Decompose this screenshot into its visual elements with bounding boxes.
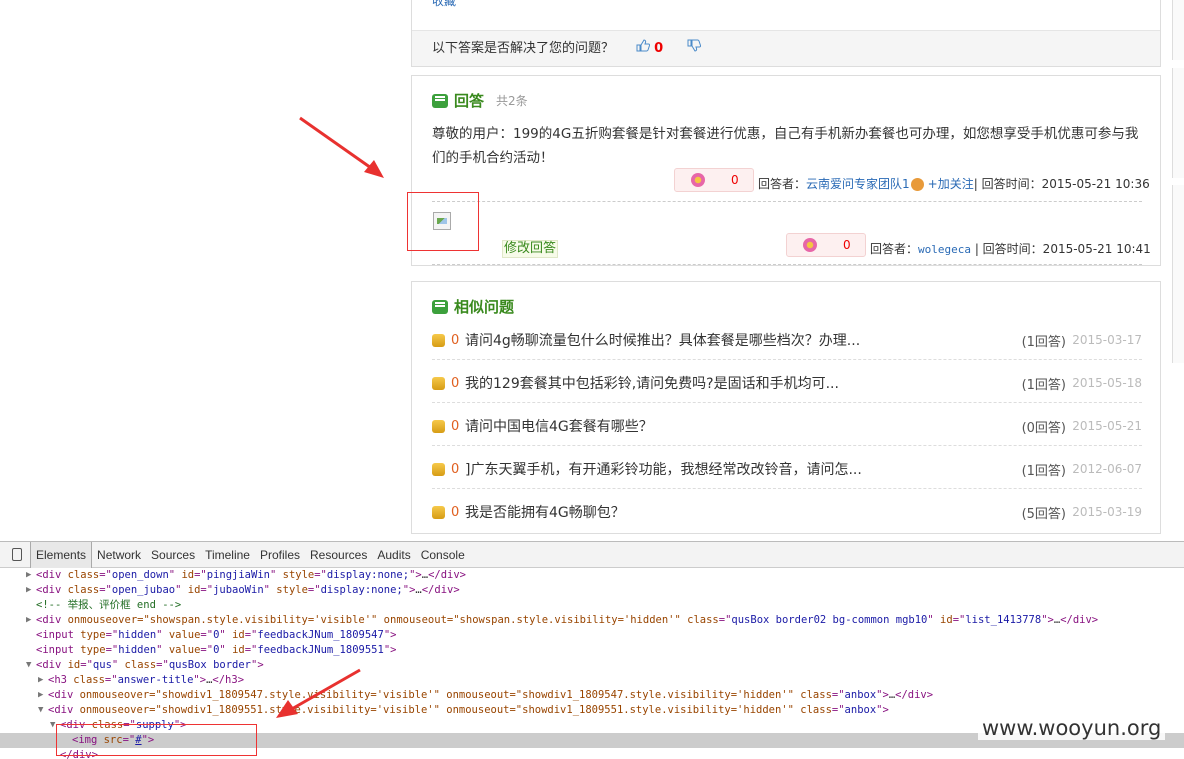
question-link[interactable]: 我是否能拥有4G畅聊包？	[465, 502, 1006, 522]
reward-count: 0	[451, 418, 460, 434]
answer-count: (1回答)	[1021, 463, 1066, 479]
answerer-label: 回答者：	[758, 177, 807, 191]
flower-icon	[803, 238, 817, 252]
side-panel-edge	[1172, 185, 1184, 363]
list-item[interactable]: 0 我是否能拥有4G畅聊包？ (5回答) 2015-03-19	[432, 502, 1142, 522]
coin-icon	[432, 333, 445, 347]
tab-profiles[interactable]: Profiles	[255, 542, 305, 568]
answers-header: 回答 共2条	[432, 90, 528, 111]
answer-time: | 回答时间：2015-05-21 10:41	[974, 242, 1151, 256]
answer-text: 尊敬的用户：199的4G五折购套餐是针对套餐进行优惠，自己有手机新办套餐也可办理…	[432, 126, 1139, 166]
question-link[interactable]: 请问4g畅聊流量包什么时候推出？具体套餐是哪些档次？办理...	[465, 330, 1006, 350]
dom-node[interactable]: ▶ <div onmouseover="showdiv1_1809547.styl…	[0, 688, 1184, 703]
feedback-question: 以下答案是否解决了您的问题？	[432, 41, 615, 56]
dom-node[interactable]: ▶ <div onmouseover="showspan.style.visibi…	[0, 613, 1184, 628]
tab-resources[interactable]: Resources	[305, 542, 372, 568]
reward-count: 0	[451, 375, 460, 391]
question-date: 2015-05-21	[1072, 419, 1142, 433]
devtools-tabbar: Elements Network Sources Timeline Profil…	[0, 541, 1184, 568]
question-date: 2015-03-17	[1072, 333, 1142, 347]
answerer-info: 回答者：云南爱问专家团队1 +加关注| 回答时间：2015-05-21 10:36	[758, 175, 1150, 192]
tab-sources[interactable]: Sources	[146, 542, 200, 568]
list-item[interactable]: 0 请问中国电信4G套餐有哪些？ (0回答) 2015-05-21	[432, 416, 1142, 436]
answers-box: 回答 共2条 尊敬的用户：199的4G五折购套餐是针对套餐进行优惠，自己有手机新…	[411, 75, 1161, 266]
side-panel-edge	[1172, 68, 1184, 178]
question-link[interactable]: ]广东天翼手机，有开通彩铃功能，我想经常改改铃音，请问怎...	[465, 459, 1006, 479]
flower-button[interactable]: 0	[674, 168, 754, 192]
side-panel-edge	[1172, 0, 1184, 60]
thumbs-up-icon[interactable]	[636, 31, 651, 67]
answerer-name-link[interactable]: 云南爱问专家团队1	[806, 177, 910, 191]
coin-icon	[432, 462, 445, 476]
tab-console[interactable]: Console	[416, 542, 470, 568]
list-divider	[432, 402, 1142, 403]
thumbs-up-count: 0	[654, 41, 664, 56]
previous-question-box: 收藏 以下答案是否解决了您的问题？ 0	[411, 0, 1161, 67]
answers-title: 回答	[454, 92, 485, 110]
dom-node[interactable]: <input type="hidden" value="0" id="feedb…	[0, 628, 1184, 643]
tab-network[interactable]: Network	[92, 542, 146, 568]
coin-icon	[432, 376, 445, 390]
answer-divider	[432, 201, 1142, 202]
answer-count: (0回答)	[1021, 420, 1066, 436]
list-divider	[432, 445, 1142, 446]
dom-node[interactable]: ▶ <h3 class="answer-title">…</h3>	[0, 673, 1184, 688]
expert-badge-icon	[910, 178, 924, 191]
coin-icon	[432, 419, 445, 433]
dom-node[interactable]: ▶ <div class="open_jubao" id="jubaoWin" s…	[0, 583, 1184, 598]
dom-node[interactable]: <input type="hidden" value="0" id="feedb…	[0, 643, 1184, 658]
chat-bubble-icon	[432, 299, 448, 314]
list-item[interactable]: 0 我的129套餐其中包括彩铃,请问免费吗?是固话和手机均可... (1回答) …	[432, 373, 1142, 393]
device-mode-icon[interactable]	[12, 548, 22, 561]
flower-icon	[691, 173, 705, 187]
list-divider	[432, 488, 1142, 489]
dom-comment[interactable]: <!-- 举报、评价框 end -->	[0, 598, 1184, 613]
answer-divider	[432, 264, 1142, 265]
answer-time: | 回答时间：2015-05-21 10:36	[973, 177, 1150, 191]
similar-header: 相似问题	[432, 296, 514, 317]
similar-questions-box: 相似问题 0 请问4g畅聊流量包什么时候推出？具体套餐是哪些档次？办理... (…	[411, 281, 1161, 534]
reward-count: 0	[451, 461, 460, 477]
list-item[interactable]: 0 请问4g畅聊流量包什么时候推出？具体套餐是哪些档次？办理... (1回答) …	[432, 330, 1142, 350]
answers-count: 共2条	[496, 94, 528, 108]
question-date: 2015-03-19	[1072, 505, 1142, 519]
modify-answer-link[interactable]: 修改回答	[502, 240, 559, 258]
similar-title: 相似问题	[454, 298, 515, 316]
answerer-label: 回答者：	[870, 242, 919, 256]
dom-node[interactable]: ▶ <div class="open_down" id="pingjiaWin" …	[0, 568, 1184, 583]
collect-link[interactable]: 收藏	[432, 0, 456, 9]
list-item[interactable]: 0 ]广东天翼手机，有开通彩铃功能，我想经常改改铃音，请问怎... (1回答) …	[432, 459, 1142, 479]
reward-count: 0	[451, 504, 460, 520]
answerer-info: 回答者：wolegeca | 回答时间：2015-05-21 10:41	[870, 240, 1151, 257]
chat-bubble-icon	[432, 93, 448, 108]
tab-elements[interactable]: Elements	[30, 541, 93, 568]
answerer-name-link[interactable]: wolegeca	[918, 243, 971, 256]
watermark: www.wooyun.org	[978, 716, 1166, 740]
question-link[interactable]: 请问中国电信4G套餐有哪些？	[465, 416, 1006, 436]
feedback-bar: 以下答案是否解决了您的问题？ 0	[412, 30, 1160, 66]
question-date: 2012-06-07	[1072, 462, 1142, 476]
flower-count: 0	[843, 238, 851, 252]
answer-count: (1回答)	[1021, 334, 1066, 350]
flower-count: 0	[731, 173, 739, 187]
highlight-box-image	[407, 192, 479, 251]
question-link[interactable]: 我的129套餐其中包括彩铃,请问免费吗?是固话和手机均可...	[465, 373, 1006, 393]
answer-count: (5回答)	[1021, 506, 1066, 522]
follow-link[interactable]: +加关注	[928, 177, 974, 191]
list-divider	[432, 359, 1142, 360]
flower-button[interactable]: 0	[786, 233, 866, 257]
tab-timeline[interactable]: Timeline	[200, 542, 255, 568]
dom-node[interactable]: ▼ <div id="qus" class="qusBox border">	[0, 658, 1184, 673]
annotation-arrow-icon	[299, 116, 384, 178]
highlight-box-code	[56, 724, 257, 756]
question-date: 2015-05-18	[1072, 376, 1142, 390]
tab-audits[interactable]: Audits	[372, 542, 415, 568]
answer-count: (1回答)	[1021, 377, 1066, 393]
thumbs-down-icon[interactable]	[687, 31, 702, 67]
reward-count: 0	[451, 332, 460, 348]
coin-icon	[432, 505, 445, 519]
